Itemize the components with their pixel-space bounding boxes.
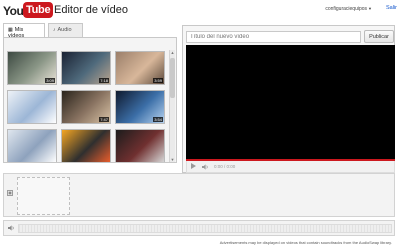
video-title-input[interactable] — [186, 31, 361, 43]
page-title: Editor de vídeo — [54, 4, 128, 16]
video-duration: 7:47 — [99, 117, 109, 122]
account-menu[interactable]: configuraciequipos▼ — [325, 6, 372, 12]
scroll-down-arrow-icon[interactable]: ▼ — [170, 157, 175, 162]
volume-icon[interactable] — [202, 164, 209, 170]
tab-audio[interactable]: ♪ Audio — [48, 23, 83, 37]
video-thumbnail[interactable] — [61, 129, 111, 162]
library-tabs: ▦ Mis vídeos ♪ Audio — [3, 23, 179, 39]
video-duration: 3:09 — [45, 78, 55, 83]
preview-panel: Publicar 0:00 / 0:00 — [182, 25, 395, 173]
audio-lane[interactable] — [18, 224, 392, 233]
video-thumbnail[interactable]: 7:18 — [61, 51, 111, 85]
time-display: 0:00 / 0:00 — [214, 164, 236, 169]
timeline-clip-slot[interactable] — [17, 177, 70, 215]
video-duration: 7:18 — [99, 78, 109, 83]
library-scrollbar[interactable]: ▲ ▼ — [169, 50, 175, 162]
video-player[interactable] — [186, 45, 395, 161]
player-controls: 0:00 / 0:00 — [186, 161, 395, 173]
video-duration: 3:59 — [153, 78, 163, 83]
video-thumbnail[interactable]: 3:54 — [115, 90, 165, 124]
audio-track — [3, 220, 395, 236]
video-thumbnail[interactable]: 7:47 — [61, 90, 111, 124]
film-strip-icon — [7, 190, 13, 196]
volume-icon — [8, 225, 14, 231]
scroll-up-arrow-icon[interactable]: ▲ — [170, 50, 175, 55]
video-thumbnail[interactable] — [7, 90, 57, 124]
chevron-down-icon: ▼ — [368, 6, 372, 11]
video-thumbnail[interactable] — [115, 129, 165, 162]
publish-button[interactable]: Publicar — [364, 30, 394, 43]
youtube-logo[interactable]: You Tube — [3, 2, 54, 19]
account-name: configuraciequipos — [325, 6, 368, 12]
video-thumbnail[interactable]: 3:59 — [115, 51, 165, 85]
signout-link[interactable]: Salir — [386, 5, 397, 11]
music-note-icon: ♪ — [53, 27, 56, 33]
scrollbar-thumb[interactable] — [170, 58, 175, 98]
tab-my-videos[interactable]: ▦ Mis vídeos — [3, 23, 45, 39]
tab-audio-label: Audio — [57, 27, 72, 33]
logo-tube-text: Tube — [23, 2, 54, 18]
play-icon[interactable] — [191, 163, 196, 169]
video-duration: 3:54 — [153, 117, 163, 122]
audioswap-disclaimer: Advertisements may be displayed on video… — [219, 240, 392, 245]
video-thumbnail[interactable]: 3:09 — [7, 51, 57, 85]
logo-you-text: You — [3, 4, 24, 18]
video-library-panel: 3:09 7:18 3:59 7:47 3:54 ▲ ▼ — [3, 37, 177, 163]
video-timeline — [3, 173, 395, 217]
video-thumbnail[interactable] — [7, 129, 57, 162]
